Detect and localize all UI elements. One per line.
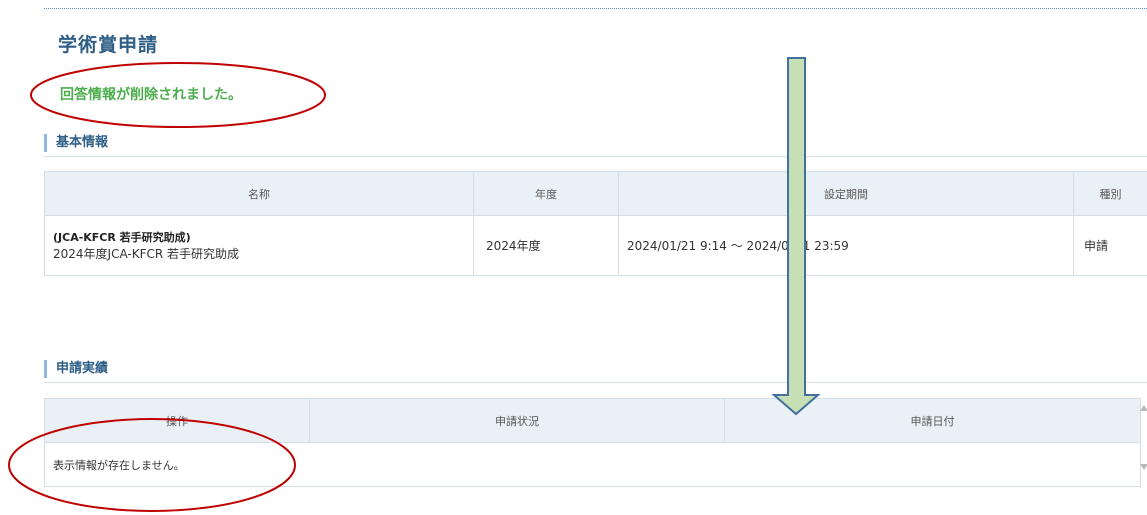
table-row: 表示情報が存在しません。 [44,442,1141,487]
scroll-down-arrow-icon[interactable] [1140,464,1147,470]
period-cell: 2024/01/21 9:14 ～ 2024/0 1 23:59 [618,215,1074,276]
column-header-year: 年度 [473,171,619,216]
basic-info-divider [44,156,1147,157]
history-table: 操作 申請状況 申請日付 表示情報が存在しません。 [44,398,1141,487]
scroll-up-arrow-icon[interactable] [1140,405,1147,411]
column-header-status: 申請状況 [309,398,725,443]
name-cell: (JCA-KFCR 若手研究助成) 2024年度JCA-KFCR 若手研究助成 [44,215,474,276]
history-heading: 申請実績 [44,360,108,378]
table-header-row: 操作 申請状況 申請日付 [44,398,1141,443]
column-header-date: 申請日付 [724,398,1141,443]
table-header-row: 名称 年度 設定期間 種別 [44,171,1147,216]
table-row: (JCA-KFCR 若手研究助成) 2024年度JCA-KFCR 若手研究助成 … [44,215,1147,276]
top-divider [44,8,1147,9]
column-header-type: 種別 [1073,171,1147,216]
column-header-operation: 操作 [44,398,310,443]
success-message: 回答情報が削除されました。 [60,87,242,103]
column-header-period: 設定期間 [618,171,1074,216]
empty-message: 表示情報が存在しません。 [44,442,1141,487]
type-cell: 申請 [1073,215,1147,276]
period-value: 2024/01/21 9:14 ～ 2024/0 [627,239,789,253]
period-value-tail: 1 23:59 [802,239,849,253]
name-value: 2024年度JCA-KFCR 若手研究助成 [53,246,240,261]
basic-info-table: 名称 年度 設定期間 種別 (JCA-KFCR 若手研究助成) 2024年度JC… [44,171,1147,276]
basic-info-heading: 基本情報 [44,134,108,152]
column-header-name: 名称 [44,171,474,216]
name-subtitle: (JCA-KFCR 若手研究助成) [53,230,191,244]
page-title: 学術賞申請 [58,34,159,56]
history-divider [44,382,1147,383]
year-cell: 2024年度 [473,215,619,276]
